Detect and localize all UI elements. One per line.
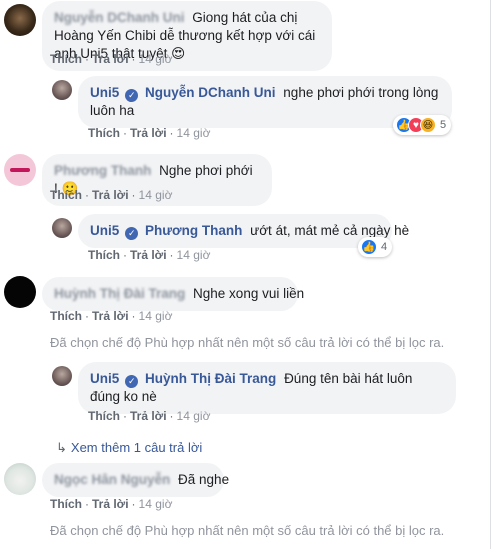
reply-actions: Thích · Trả lời · 14 giờ — [88, 409, 211, 423]
verified-badge-icon: ✓ — [125, 227, 139, 240]
reaction-summary[interactable]: 👍 ♥ 😆 5 — [393, 115, 452, 135]
like-link[interactable]: Thích — [88, 248, 120, 262]
reply-text: ướt át, mát mẻ cả ngày hè — [250, 223, 410, 238]
avatar-pattern — [10, 168, 30, 172]
avatar[interactable] — [52, 80, 72, 100]
comment-author[interactable]: Huỳnh Thị Đài Trang — [54, 286, 185, 301]
avatar[interactable] — [4, 463, 36, 495]
avatar[interactable] — [4, 4, 36, 36]
reply-actions: Thích · Trả lời · 14 giờ — [88, 248, 211, 262]
reply-link[interactable]: Trả lời — [92, 188, 129, 202]
comment-actions: Thích · Trả lời · 14 giờ — [50, 309, 173, 323]
comment-bubble: Huỳnh Thị Đài Trang Nghe xong vui liền — [42, 277, 304, 311]
reply-time[interactable]: 14 giờ — [177, 248, 211, 262]
filter-note: Đã chọn chế độ Phù hợp nhất nên một số c… — [50, 523, 445, 538]
reply-bubble: Uni5 ✓ Huỳnh Thị Đài Trang Đúng tên bài h… — [78, 362, 456, 414]
view-more-label: Xem thêm 1 câu trả lời — [70, 440, 203, 455]
comment-text: Nghe xong vui liền — [193, 286, 305, 301]
like-link[interactable]: Thích — [88, 126, 120, 140]
comment-thread: Nguyễn DChanh Uni Giong hát của chị Hoàn… — [0, 0, 491, 549]
reaction-summary[interactable]: 👍 4 — [358, 237, 393, 257]
comment-author[interactable]: Phương Thanh — [54, 163, 151, 178]
comment-actions: Thích · Trả lời · 14 giờ — [50, 52, 173, 66]
like-link[interactable]: Thích — [50, 309, 82, 323]
comment-text: Đã nghe — [178, 472, 230, 487]
reply-time[interactable]: 14 giờ — [177, 126, 211, 140]
comment-time[interactable]: 14 giờ — [139, 309, 173, 323]
reply-arrow-icon: ↳ — [56, 440, 67, 455]
verified-badge-icon: ✓ — [125, 89, 139, 102]
view-more-replies-link[interactable]: ↳ Xem thêm 1 câu trả lời — [56, 440, 202, 456]
comment-time[interactable]: 14 giờ — [139, 52, 173, 66]
reply-time[interactable]: 14 giờ — [177, 409, 211, 423]
reply-author[interactable]: Uni5 — [90, 371, 119, 386]
reply-author[interactable]: Uni5 — [90, 223, 119, 238]
like-link[interactable]: Thích — [50, 497, 82, 511]
reply-bubble: Uni5 ✓ Phương Thanh ướt át, mát mẻ cả ngà… — [78, 214, 409, 248]
verified-badge-icon: ✓ — [125, 375, 139, 388]
reply-link[interactable]: Trả lời — [92, 309, 129, 323]
like-reaction-icon: 👍 — [361, 239, 377, 255]
reply-link[interactable]: Trả lời — [130, 409, 167, 423]
mention-link[interactable]: Huỳnh Thị Đài Trang — [145, 371, 276, 386]
comment-actions: Thích · Trả lời · 14 giờ — [50, 188, 173, 202]
like-link[interactable]: Thích — [50, 188, 82, 202]
mention-link[interactable]: Nguyễn DChanh Uni — [145, 85, 276, 100]
reply-link[interactable]: Trả lời — [92, 52, 129, 66]
comment-author[interactable]: Nguyễn DChanh Uni — [54, 10, 185, 25]
like-link[interactable]: Thích — [88, 409, 120, 423]
reply-link[interactable]: Trả lời — [92, 497, 129, 511]
like-link[interactable]: Thích — [50, 52, 82, 66]
avatar[interactable] — [52, 366, 72, 386]
comment-author[interactable]: Ngọc Hân Nguyễn — [54, 472, 170, 487]
heart-eyes-emoji-icon: 😍 — [171, 46, 186, 62]
haha-reaction-icon: 😆 — [420, 117, 436, 133]
reaction-count: 5 — [440, 119, 447, 131]
comment-actions: Thích · Trả lời · 14 giờ — [50, 497, 173, 511]
reply-author[interactable]: Uni5 — [90, 85, 119, 100]
reply-link[interactable]: Trả lời — [130, 126, 167, 140]
reply-actions: Thích · Trả lời · 14 giờ — [88, 126, 211, 140]
mention-link[interactable]: Phương Thanh — [145, 223, 242, 238]
avatar[interactable] — [4, 276, 36, 308]
avatar[interactable] — [52, 218, 72, 238]
reaction-count: 4 — [381, 241, 388, 253]
comment-time[interactable]: 14 giờ — [139, 188, 173, 202]
comment-bubble: Ngọc Hân Nguyễn Đã nghe — [42, 463, 229, 497]
comment-time[interactable]: 14 giờ — [139, 497, 173, 511]
reply-link[interactable]: Trả lời — [130, 248, 167, 262]
filter-note: Đã chọn chế độ Phù hợp nhất nên một số c… — [50, 335, 445, 350]
avatar[interactable] — [4, 154, 36, 186]
